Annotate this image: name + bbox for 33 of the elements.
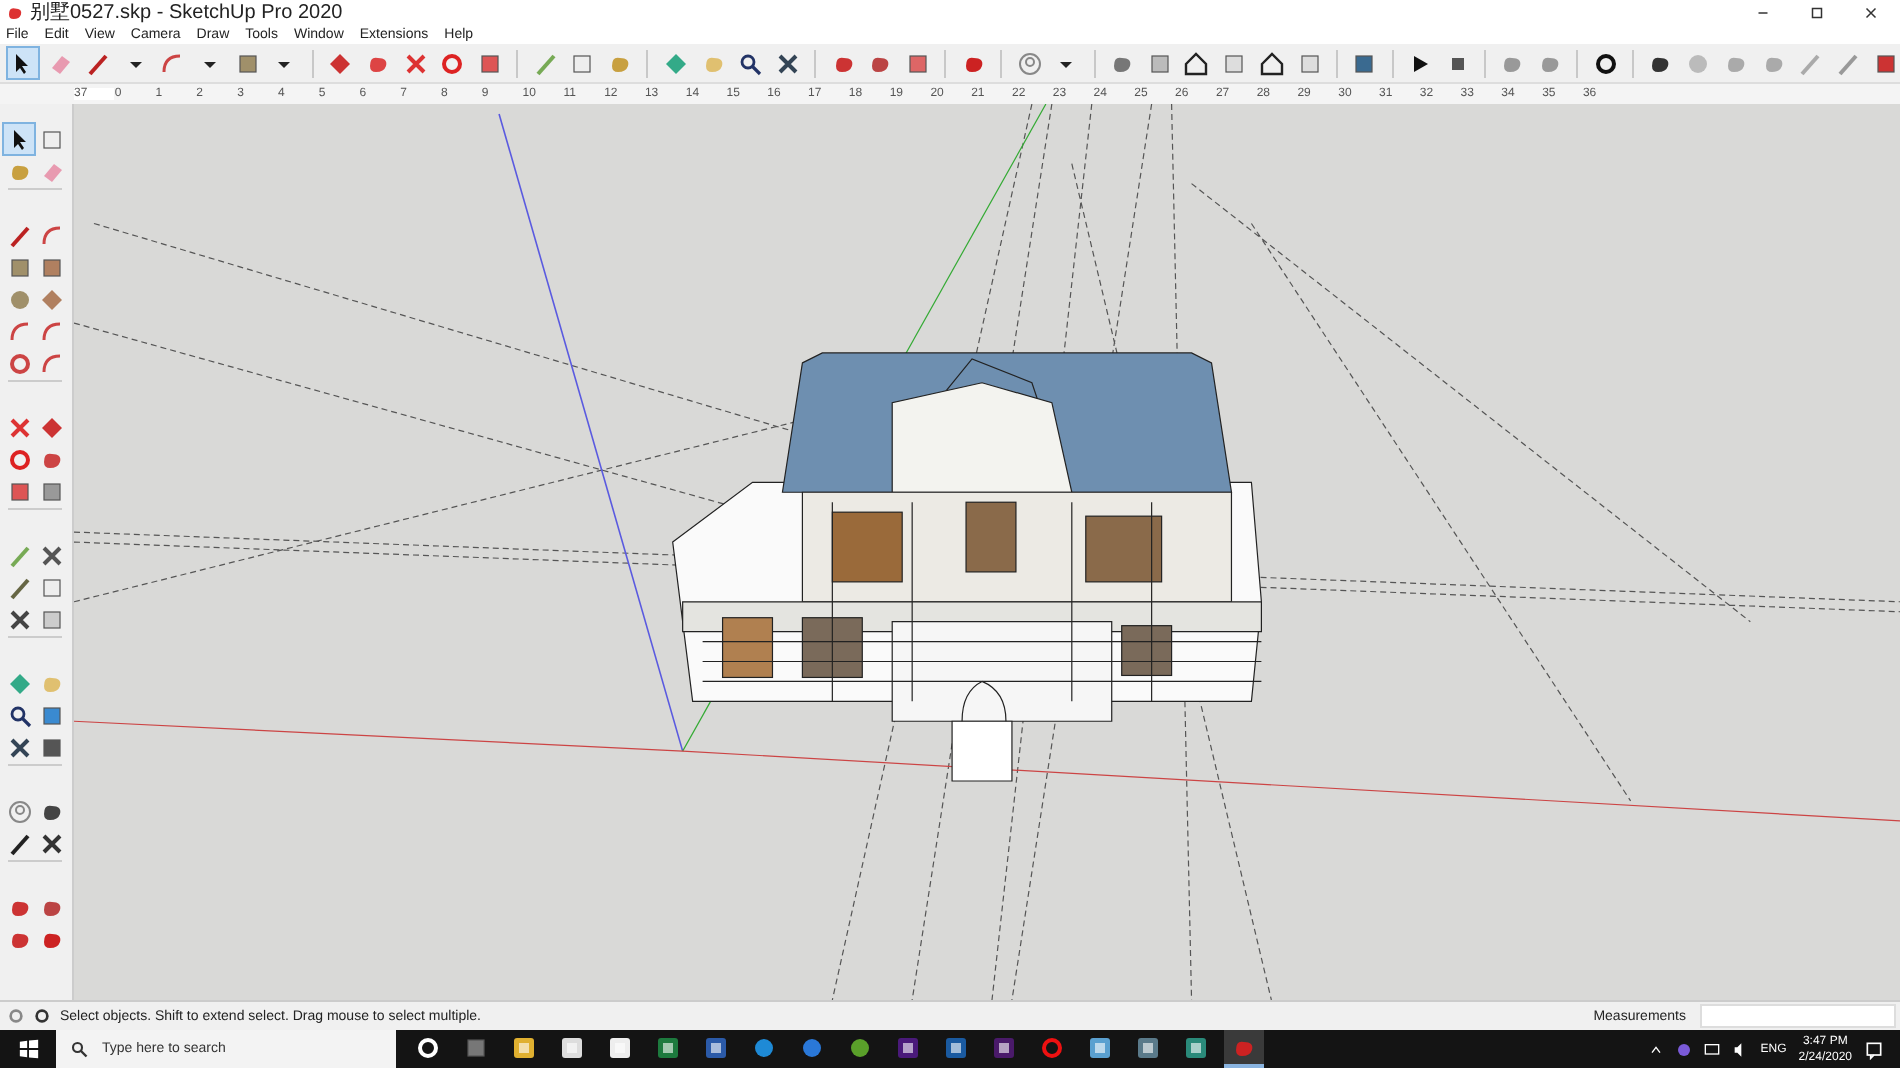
arc-icon[interactable] xyxy=(39,319,63,343)
tile-icon[interactable] xyxy=(1184,1035,1208,1059)
network-icon xyxy=(1704,1041,1721,1057)
house-icon[interactable] xyxy=(1259,51,1284,75)
square-icon[interactable] xyxy=(906,51,931,75)
arc-icon[interactable] xyxy=(39,351,63,375)
chevron-up-icon xyxy=(1648,1041,1665,1057)
pencil-icon[interactable] xyxy=(85,51,110,75)
o-ring-icon[interactable] xyxy=(1040,1035,1064,1059)
search-icon xyxy=(70,1040,88,1058)
close-icon[interactable] xyxy=(1862,3,1880,21)
circle-icon[interactable] xyxy=(416,1035,440,1059)
arc-icon[interactable] xyxy=(160,51,185,75)
measurements-field[interactable] xyxy=(1700,1004,1896,1028)
rectangle-icon[interactable] xyxy=(235,51,260,75)
arc-icon[interactable] xyxy=(7,319,31,343)
house-icon[interactable] xyxy=(1184,51,1209,75)
box-icon[interactable] xyxy=(1297,51,1322,75)
notification-icon[interactable] xyxy=(1864,1039,1884,1059)
freehand-icon[interactable] xyxy=(39,223,63,247)
pencil-icon[interactable] xyxy=(7,223,31,247)
person-icon[interactable] xyxy=(1017,51,1042,75)
round-app-icon xyxy=(1676,1041,1693,1057)
zoom-icon[interactable] xyxy=(7,703,31,727)
rectangle-icon[interactable] xyxy=(7,255,31,279)
tile-icon[interactable] xyxy=(1136,1035,1160,1059)
windows-start-icon[interactable] xyxy=(17,1038,39,1060)
line-icon[interactable] xyxy=(1836,51,1861,75)
restore-icon[interactable] xyxy=(1808,3,1826,21)
gear-icon[interactable] xyxy=(1593,51,1618,75)
box-icon[interactable] xyxy=(1222,51,1247,75)
search-icon[interactable] xyxy=(738,51,763,75)
window-title: 别墅0527.skp - SketchUp Pro 2020 xyxy=(30,0,345,26)
